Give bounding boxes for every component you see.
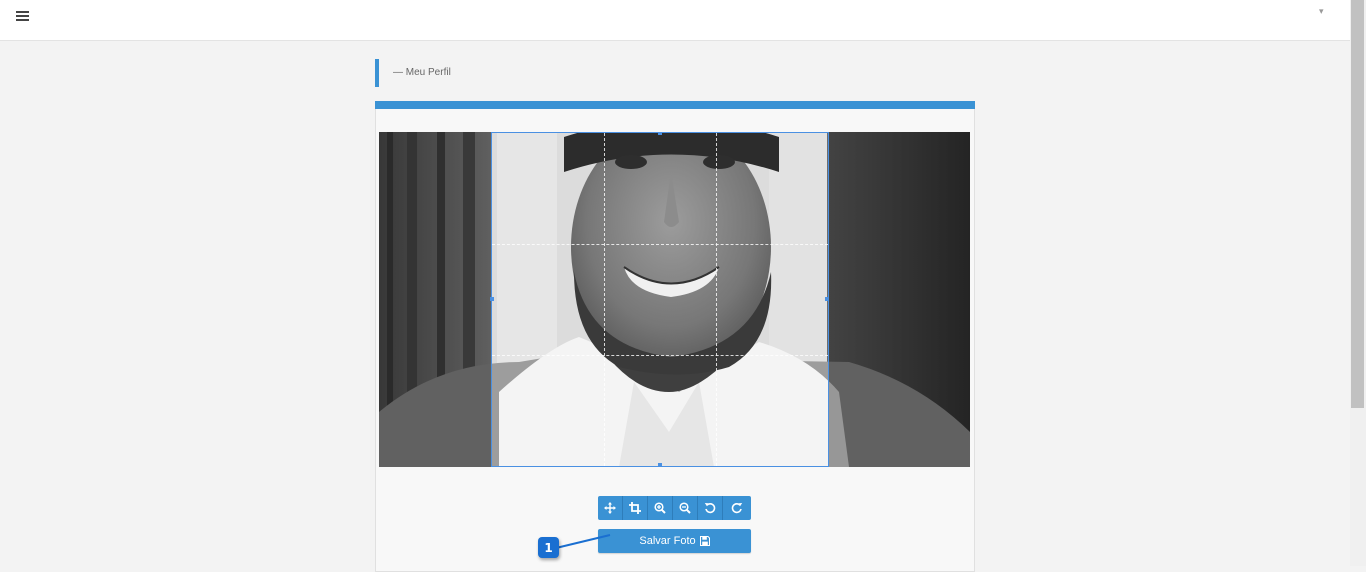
crop-icon: [629, 502, 641, 514]
rotate-left-button[interactable]: [698, 496, 723, 520]
annotation-badge: 1: [538, 537, 559, 558]
crop-handle-top[interactable]: [658, 132, 662, 135]
panel-accent-bar: [375, 101, 975, 109]
breadcrumb: — Meu Perfil: [375, 59, 451, 87]
scrollbar-thumb[interactable]: [1351, 0, 1364, 408]
photo-crop-area[interactable]: [379, 132, 970, 467]
user-menu-caret-icon[interactable]: ▾: [1319, 6, 1324, 17]
crop-guide-line: [604, 133, 605, 466]
breadcrumb-page-title: — Meu Perfil: [393, 67, 451, 78]
crop-handle-bottom[interactable]: [658, 463, 662, 467]
save-photo-button[interactable]: Salvar Foto: [598, 529, 751, 553]
image-toolbar: [598, 496, 751, 520]
crop-handle-left[interactable]: [490, 297, 494, 301]
crop-button[interactable]: [623, 496, 648, 520]
rotate-left-icon: [704, 502, 716, 514]
rotate-right-button[interactable]: [723, 496, 751, 520]
top-navbar: ▾: [0, 0, 1350, 41]
zoom-in-icon: [654, 502, 666, 514]
rotate-right-icon: [731, 502, 743, 514]
crop-selection-box[interactable]: [490, 132, 829, 467]
crop-handle-right[interactable]: [825, 297, 829, 301]
crop-guide-line: [716, 133, 717, 466]
photo-editor-panel: Salvar Foto: [375, 101, 975, 572]
zoom-in-button[interactable]: [648, 496, 673, 520]
save-photo-label: Salvar Foto: [639, 535, 696, 547]
crop-guide-line: [492, 355, 828, 356]
hamburger-menu-icon[interactable]: [16, 11, 30, 23]
crop-overlay-left: [379, 132, 491, 467]
vertical-scrollbar[interactable]: [1350, 0, 1366, 566]
crop-overlay-right: [828, 132, 970, 467]
crop-guide-line: [492, 244, 828, 245]
floppy-disk-icon: [699, 536, 710, 546]
zoom-out-button[interactable]: [673, 496, 698, 520]
zoom-out-icon: [679, 502, 691, 514]
move-arrows-icon: [604, 502, 616, 514]
move-button[interactable]: [598, 496, 623, 520]
